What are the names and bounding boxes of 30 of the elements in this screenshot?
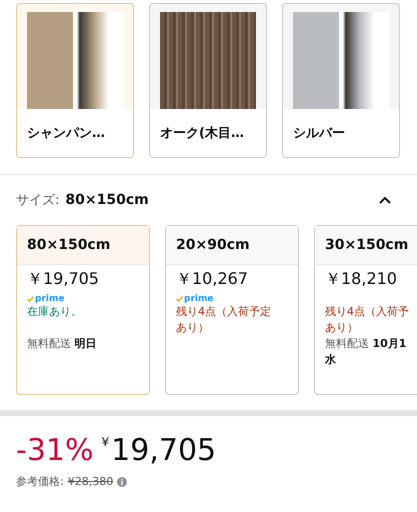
sale-price: ¥19,705: [102, 434, 216, 468]
size-value: 80×150cm: [65, 192, 149, 208]
option-price: ￥10,267: [176, 269, 249, 290]
color-option[interactable]: オーク(木目…: [149, 3, 267, 158]
reference-price: ¥28,380: [68, 475, 114, 488]
prime-badge: prime: [27, 293, 139, 304]
stock-status: 残り4点（入荷予 あり）: [325, 304, 410, 336]
size-option[interactable]: 20×90cm ￥10,267 prime 残り4点（入荷予定 あり）: [165, 225, 299, 395]
option-price: ￥18,210: [325, 269, 398, 290]
color-name: シルバー: [283, 109, 399, 157]
size-name: 20×90cm: [176, 237, 250, 253]
color-option[interactable]: シャンパン…: [16, 3, 134, 158]
chevron-up-icon[interactable]: [379, 196, 391, 204]
size-option[interactable]: 80×150cm ￥19,705 prime 在庫あり。 無料配送 明日: [16, 225, 150, 395]
option-price: ￥19,705: [27, 269, 100, 290]
discount-percent: -31%: [16, 434, 94, 468]
prime-badge: prime: [176, 293, 288, 304]
size-option[interactable]: 30×150cm ￥18,210 残り4点（入荷予 あり） 無料配送 10月1 水: [314, 225, 417, 395]
delivery-info: 無料配送 明日: [27, 336, 98, 352]
info-icon[interactable]: [117, 476, 128, 486]
size-name: 80×150cm: [27, 237, 110, 253]
stock-status: 残り4点（入荷予定 あり）: [176, 304, 272, 336]
size-label: サイズ:: [16, 192, 60, 209]
color-option[interactable]: シルバー: [282, 3, 400, 158]
color-name: シャンパン…: [17, 109, 133, 157]
stock-status: 在庫あり。: [27, 304, 83, 320]
size-name: 30×150cm: [325, 237, 408, 253]
delivery-info: 無料配送 10月1 水: [325, 336, 408, 368]
color-name: オーク(木目…: [150, 109, 266, 157]
reference-price-label: 参考価格:: [16, 474, 64, 489]
